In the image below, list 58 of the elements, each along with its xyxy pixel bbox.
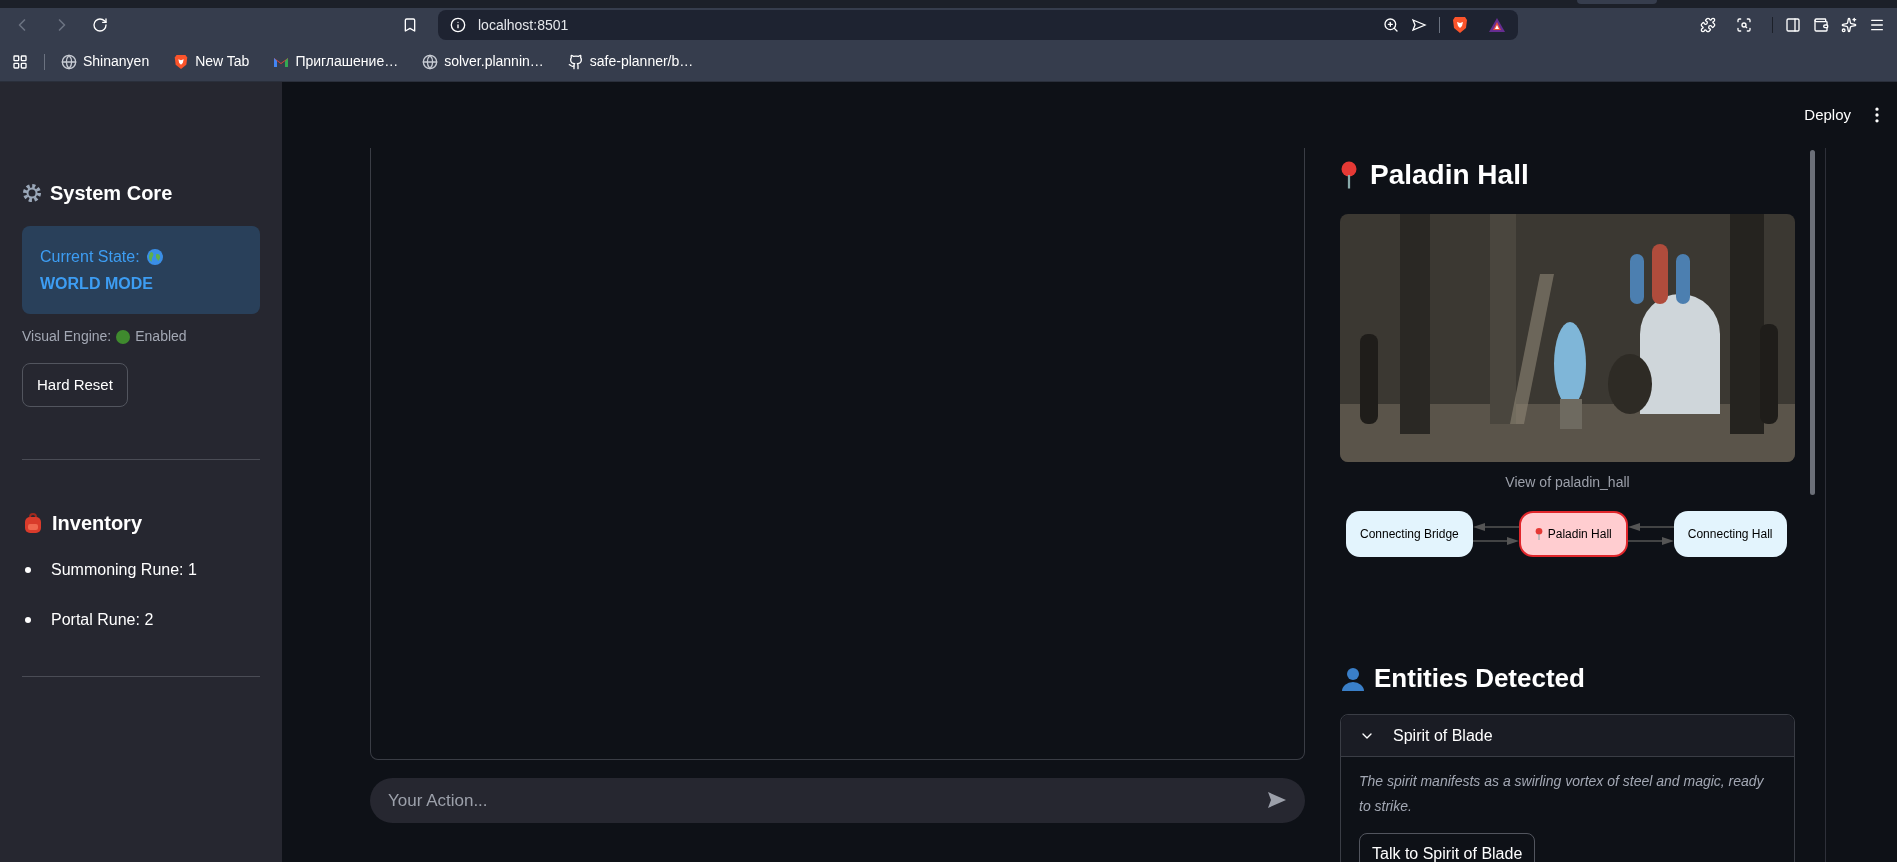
engine-status: Enabled: [135, 327, 187, 346]
globe-icon: [61, 53, 77, 70]
inventory-item: Portal Rune: 2: [51, 610, 154, 630]
screenshot-icon[interactable]: [1736, 17, 1752, 33]
map-pin-icon: [1534, 527, 1543, 541]
bullet-icon: [25, 617, 31, 623]
two-way-arrows: [1627, 523, 1674, 545]
lion-shield-icon: [173, 53, 190, 70]
apps-icon[interactable]: [12, 53, 28, 70]
bookmark-link[interactable]: New Tab: [173, 51, 258, 72]
engine-label: Visual Engine:: [22, 327, 112, 346]
expander-header[interactable]: Spirit of Blade: [1341, 715, 1794, 757]
action-input[interactable]: Your Action...: [370, 778, 1305, 823]
node-label: Connecting Bridge: [1360, 526, 1459, 543]
section-heading: Entities Detected: [1374, 662, 1585, 695]
bookmark-link[interactable]: solver.plannin…: [422, 51, 552, 72]
section-heading: Inventory: [52, 511, 143, 536]
two-way-arrows: [1472, 523, 1519, 545]
reload-button[interactable]: [92, 17, 108, 33]
zoom-icon[interactable]: [1383, 17, 1399, 33]
send-icon[interactable]: [1411, 17, 1427, 33]
bullet-icon: [25, 567, 31, 573]
globe-icon: [145, 247, 164, 266]
sidebar-toggle-icon[interactable]: [1785, 17, 1801, 33]
sparkle-icon[interactable]: [1841, 17, 1857, 33]
envelope-m-icon: [273, 55, 290, 68]
entity-name: Spirit of Blade: [1393, 725, 1493, 746]
url-text: localhost:8501: [478, 15, 569, 35]
state-label: Current State:: [40, 247, 140, 267]
menu-icon[interactable]: [1869, 17, 1885, 33]
node-label: Connecting Hall: [1687, 526, 1773, 543]
person-icon: [1340, 665, 1366, 692]
node-label: Paladin Hall: [1547, 526, 1612, 543]
wallet-icon[interactable]: [1813, 17, 1829, 33]
github-icon: [567, 53, 584, 70]
hard-reset-button[interactable]: Hard Reset: [22, 363, 128, 407]
extensions-icon[interactable]: [1700, 17, 1716, 33]
lion-shield-icon[interactable]: [1452, 16, 1468, 34]
bookmark-link[interactable]: Приглашение…: [273, 51, 407, 72]
send-icon[interactable]: [1267, 791, 1287, 809]
state-value: WORLD MODE: [40, 274, 153, 294]
location-title: Paladin Hall: [1370, 158, 1529, 192]
address-bar[interactable]: localhost:8501: [438, 10, 1518, 40]
section-heading: System Core: [50, 181, 173, 206]
backpack-icon: [22, 512, 44, 534]
image-caption: View of paladin_hall: [1505, 473, 1630, 492]
entity-description: The spirit manifests as a swirling vortex of steel and magic, ready to strike.: [1359, 772, 1765, 816]
info-icon[interactable]: [450, 17, 466, 33]
globe-icon: [422, 53, 439, 70]
inventory-item: Summoning Rune: 1: [51, 560, 197, 580]
bookmark-icon[interactable]: [402, 17, 418, 33]
bookmark-link[interactable]: safe-planner/b…: [567, 51, 702, 72]
map-pin-icon: [1340, 160, 1358, 190]
deploy-button[interactable]: Deploy: [1804, 103, 1851, 127]
triangle-icon[interactable]: [1488, 17, 1506, 33]
bookmark-link[interactable]: Shinanyen: [61, 51, 158, 72]
gear-icon: [22, 183, 42, 203]
talk-button[interactable]: Talk to Spirit of Blade: [1359, 833, 1536, 862]
